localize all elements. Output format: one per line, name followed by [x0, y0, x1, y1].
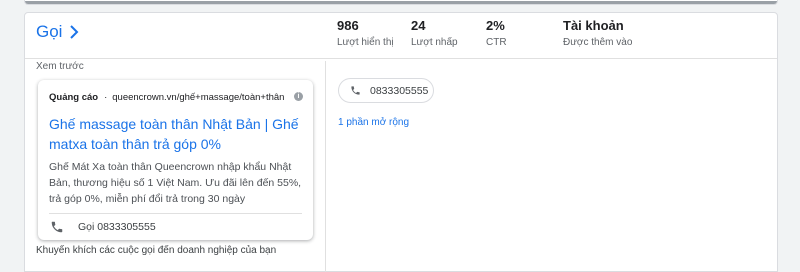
stat-ctr: 2% CTR — [486, 18, 507, 48]
stat-value: Tài khoản — [563, 18, 624, 33]
ad-call-text: Gọi 0833305555 — [78, 221, 156, 233]
phone-icon — [351, 86, 360, 95]
stat-value: 2% — [486, 18, 505, 33]
divider — [49, 213, 302, 214]
page-gutter — [778, 12, 780, 272]
stat-label: Lượt hiển thị — [337, 37, 394, 48]
call-header-link[interactable]: Gọi — [36, 22, 80, 42]
phone-number-chip[interactable]: 0833305555 — [338, 78, 434, 103]
separator-dot: · — [104, 92, 108, 103]
call-extension-card: Gọi 986 Lượt hiển thị 24 Lượt nhấp 2% CT… — [24, 12, 778, 272]
ad-top-line: Quảng cáo · queencrown.vn/ghế+massage/to… — [49, 92, 303, 103]
stat-clicks: 24 Lượt nhấp — [411, 18, 458, 48]
info-icon[interactable]: i — [294, 92, 303, 101]
previous-card-bar — [25, 1, 777, 4]
preview-label: Xem trước — [36, 61, 84, 72]
card-title: Gọi — [36, 22, 63, 41]
stat-value: 24 — [411, 18, 426, 33]
ad-call-row[interactable]: Gọi 0833305555 — [50, 220, 156, 234]
phone-icon — [51, 221, 63, 233]
stat-label: Được thêm vào — [563, 37, 633, 48]
ad-badge: Quảng cáo — [49, 92, 99, 103]
vertical-divider — [325, 61, 326, 272]
ad-description: Ghế Mát Xa toàn thân Queencrown nhập khẩ… — [49, 161, 302, 205]
chevron-right-icon — [70, 25, 79, 39]
stat-value: 986 — [337, 18, 359, 33]
ad-headline[interactable]: Ghế massage toàn thân Nhật Bản | Ghế mat… — [49, 114, 304, 154]
preview-footnote: Khuyến khích các cuộc gọi đến doanh nghi… — [36, 245, 277, 256]
ad-display-url: queencrown.vn/ghế+massage/toàn+thân — [112, 92, 285, 103]
ad-preview: Quảng cáo · queencrown.vn/ghế+massage/to… — [38, 80, 313, 240]
previous-card — [24, 0, 778, 5]
stat-impressions: 986 Lượt hiển thị — [337, 18, 394, 48]
card-header: Gọi 986 Lượt hiển thị 24 Lượt nhấp 2% CT… — [25, 13, 777, 59]
stat-label: CTR — [486, 37, 507, 48]
extensions-link[interactable]: 1 phần mở rộng — [338, 117, 409, 128]
stat-label: Lượt nhấp — [411, 37, 458, 48]
stat-level: Tài khoản Được thêm vào — [563, 18, 632, 48]
phone-number: 0833305555 — [370, 84, 429, 97]
